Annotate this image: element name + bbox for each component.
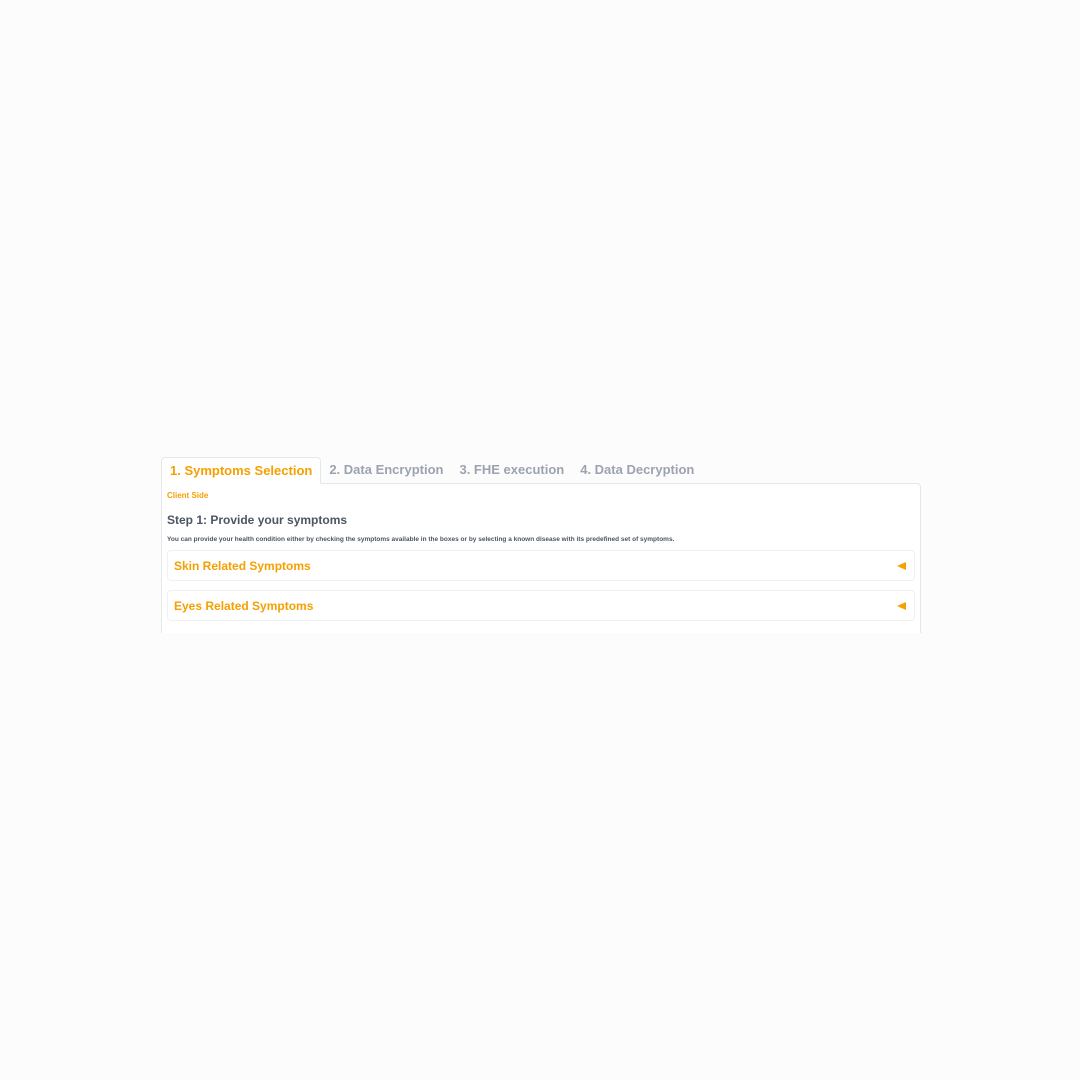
accordion-eyes-symptoms[interactable]: Eyes Related Symptoms (167, 590, 915, 621)
tab-fhe-execution[interactable]: 3. FHE execution (451, 457, 572, 484)
tab-bar: 1. Symptoms Selection 2. Data Encryption… (161, 457, 921, 484)
tab-symptoms-selection[interactable]: 1. Symptoms Selection (161, 457, 322, 484)
tab-data-decryption[interactable]: 4. Data Decryption (572, 457, 702, 484)
step-description: You can provide your health condition ei… (167, 536, 675, 543)
caret-left-icon[interactable] (897, 561, 906, 570)
caret-left-icon[interactable] (897, 601, 906, 610)
accordion-label: Eyes Related Symptoms (174, 598, 314, 613)
tab-data-encryption[interactable]: 2. Data Encryption (321, 457, 451, 484)
client-side-label: Client Side (167, 491, 209, 500)
accordion-label: Skin Related Symptoms (174, 558, 311, 573)
step-title: Step 1: Provide your symptoms (167, 513, 348, 527)
app-container: 1. Symptoms Selection 2. Data Encryption… (161, 457, 921, 633)
tab-panel: Client Side Step 1: Provide your symptom… (161, 483, 921, 633)
accordion-skin-symptoms[interactable]: Skin Related Symptoms (167, 550, 915, 581)
